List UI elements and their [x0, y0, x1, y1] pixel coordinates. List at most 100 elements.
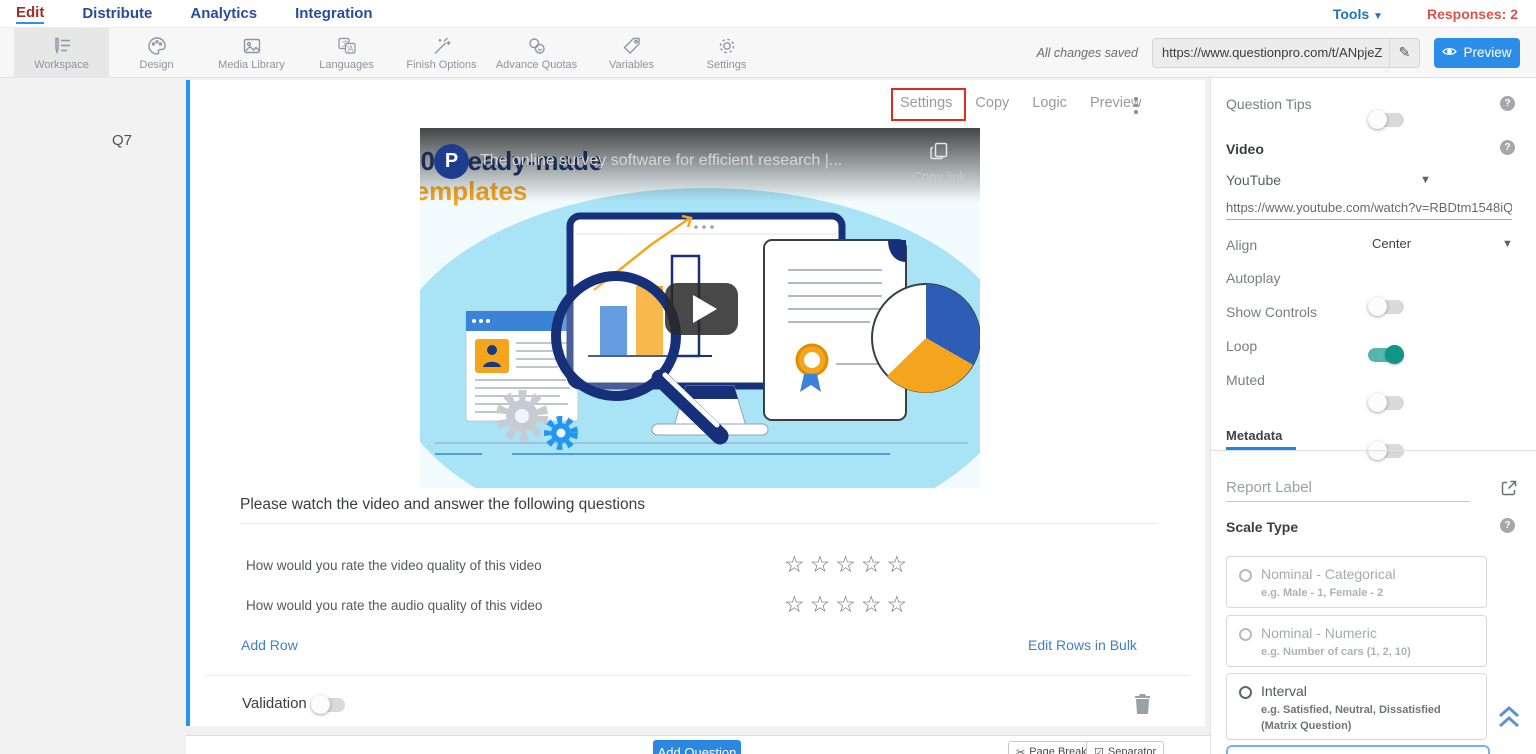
loop-label: Loop [1226, 338, 1257, 354]
toolbar-item-media-library[interactable]: Media Library [204, 28, 299, 78]
validation-label: Validation [242, 695, 307, 712]
tag-icon [621, 35, 643, 57]
star-icon[interactable]: ☆ [861, 551, 887, 577]
question-actions: Settings Copy Logic Preview [900, 95, 1142, 111]
star-icon[interactable]: ☆ [835, 591, 861, 617]
scale-option-nominal-categorical: Nominal - Categorical e.g. Male - 1, Fem… [1226, 556, 1487, 608]
nav-tab-distribute[interactable]: Distribute [82, 5, 152, 22]
questionpro-survey-editor: Edit Distribute Analytics Integration To… [0, 0, 1536, 754]
star-rating-row-1[interactable]: ☆☆☆☆☆ [784, 553, 912, 576]
star-icon[interactable]: ☆ [784, 591, 810, 617]
star-icon[interactable]: ☆ [810, 591, 836, 617]
matrix-row-label[interactable]: How would you rate the audio quality of … [246, 598, 542, 613]
question-tab-logic[interactable]: Logic [1032, 95, 1067, 111]
video-help-icon[interactable]: ? [1500, 140, 1515, 155]
nav-tab-edit[interactable]: Edit [16, 4, 44, 24]
svg-text:A: A [348, 44, 354, 53]
gear-icon [716, 35, 738, 57]
loop-toggle[interactable] [1368, 396, 1404, 410]
muted-label: Muted [1226, 372, 1265, 388]
question-tips-help-icon[interactable]: ? [1500, 96, 1515, 111]
question-tips-toggle[interactable] [1368, 113, 1404, 127]
provider-caret-icon[interactable]: ▼ [1420, 174, 1431, 186]
chevron-down-icon: ▼ [1373, 11, 1383, 22]
video-title-link[interactable]: The online survey software for efficient… [480, 152, 842, 170]
tools-menu[interactable]: Tools ▼ [1333, 6, 1383, 22]
star-icon[interactable]: ☆ [887, 591, 913, 617]
video-section-title: Video [1226, 141, 1264, 157]
video-url-input[interactable]: https://www.youtube.com/watch?v=RBDtm154… [1226, 200, 1512, 220]
preview-button[interactable]: Preview [1434, 38, 1520, 68]
question-tab-settings[interactable]: Settings [900, 95, 952, 111]
report-label-input[interactable] [1226, 477, 1470, 502]
star-icon[interactable]: ☆ [784, 551, 810, 577]
toolbar-item-workspace[interactable]: Workspace [14, 28, 109, 78]
translate-icon: 文A [336, 35, 358, 57]
toolbar-item-settings[interactable]: Settings [679, 28, 774, 78]
align-label: Align [1226, 237, 1257, 253]
show-controls-toggle[interactable] [1368, 348, 1404, 362]
scale-type-help-icon[interactable]: ? [1500, 518, 1515, 533]
toolbar-item-languages[interactable]: 文A Languages [299, 28, 394, 78]
more-options-kebab-icon[interactable] [1133, 97, 1139, 117]
video-provider-select[interactable]: YouTube [1226, 172, 1281, 188]
copy-icon [929, 141, 949, 166]
copy-link-button[interactable]: Copy link [913, 141, 966, 184]
star-icon[interactable]: ☆ [810, 551, 836, 577]
delete-question-trash-icon[interactable] [1134, 694, 1151, 719]
toolbar-item-finish-options[interactable]: Finish Options [394, 28, 489, 78]
question-tips-label: Question Tips [1226, 96, 1312, 112]
align-caret-icon[interactable]: ▼ [1502, 238, 1513, 250]
autoplay-label: Autoplay [1226, 270, 1280, 286]
add-question-button[interactable]: Add Question [653, 740, 741, 754]
radio-icon[interactable] [1239, 686, 1252, 699]
play-icon [693, 295, 717, 323]
scale-option-interval[interactable]: Interval e.g. Satisfied, Neutral, Dissat… [1226, 673, 1487, 740]
question-tab-copy[interactable]: Copy [975, 95, 1009, 111]
separator-button[interactable]: ☑Separator [1086, 741, 1164, 754]
workspace-icon [51, 35, 73, 57]
matrix-row-label[interactable]: How would you rate the video quality of … [246, 558, 542, 573]
responses-count[interactable]: Responses: 2 [1427, 6, 1518, 22]
scale-type-title: Scale Type [1226, 519, 1298, 535]
add-row-link[interactable]: Add Row [241, 637, 298, 653]
scissors-icon: ✂ [1016, 746, 1025, 754]
nav-tab-analytics[interactable]: Analytics [190, 5, 257, 22]
tab-metadata[interactable]: Metadata [1226, 428, 1282, 443]
scroll-to-top-chevrons-icon[interactable] [1496, 703, 1522, 736]
edit-rows-in-bulk-link[interactable]: Edit Rows in Bulk [1028, 637, 1137, 653]
magic-wand-icon [431, 35, 453, 57]
question-title[interactable]: Please watch the video and answer the fo… [240, 496, 645, 514]
top-nav: Edit Distribute Analytics Integration To… [0, 0, 1536, 28]
page-break-button[interactable]: ✂Page Break [1008, 741, 1095, 754]
question-list-sidebar: Q7 [0, 78, 186, 754]
autosave-status: All changes saved [1037, 46, 1138, 60]
palette-icon [146, 35, 168, 57]
question-title-divider [240, 523, 1157, 524]
align-value-select[interactable]: Center [1372, 236, 1411, 251]
star-icon[interactable]: ☆ [887, 551, 913, 577]
star-icon[interactable]: ☆ [835, 551, 861, 577]
nav-tab-integration[interactable]: Integration [295, 5, 373, 22]
validation-toggle[interactable] [311, 698, 345, 712]
card-divider [206, 675, 1189, 676]
star-rating-row-2[interactable]: ☆☆☆☆☆ [784, 593, 912, 616]
editor-toolbar: Workspace Design Media Library 文A Langua… [0, 28, 1536, 78]
toolbar-item-variables[interactable]: Variables [584, 28, 679, 78]
play-button[interactable] [665, 283, 738, 335]
toolbar-item-design[interactable]: Design [109, 28, 204, 78]
star-icon[interactable]: ☆ [861, 591, 887, 617]
panel-divider [1210, 450, 1536, 451]
external-link-icon[interactable] [1500, 479, 1518, 502]
toolbar-item-advance-quotas[interactable]: Advance Quotas [489, 28, 584, 78]
autoplay-toggle[interactable] [1368, 300, 1404, 314]
edit-url-pencil-icon[interactable]: ✎ [1389, 38, 1419, 68]
survey-url-box: ✎ [1152, 38, 1420, 68]
embedded-video-player: 50+ ready-made templates P The online su… [420, 128, 980, 488]
show-controls-label: Show Controls [1226, 304, 1317, 320]
channel-avatar[interactable]: P [434, 144, 469, 179]
question-number-label: Q7 [112, 132, 132, 149]
muted-toggle[interactable] [1368, 444, 1404, 458]
survey-url-input[interactable] [1153, 45, 1389, 60]
chain-links-icon [526, 35, 548, 57]
